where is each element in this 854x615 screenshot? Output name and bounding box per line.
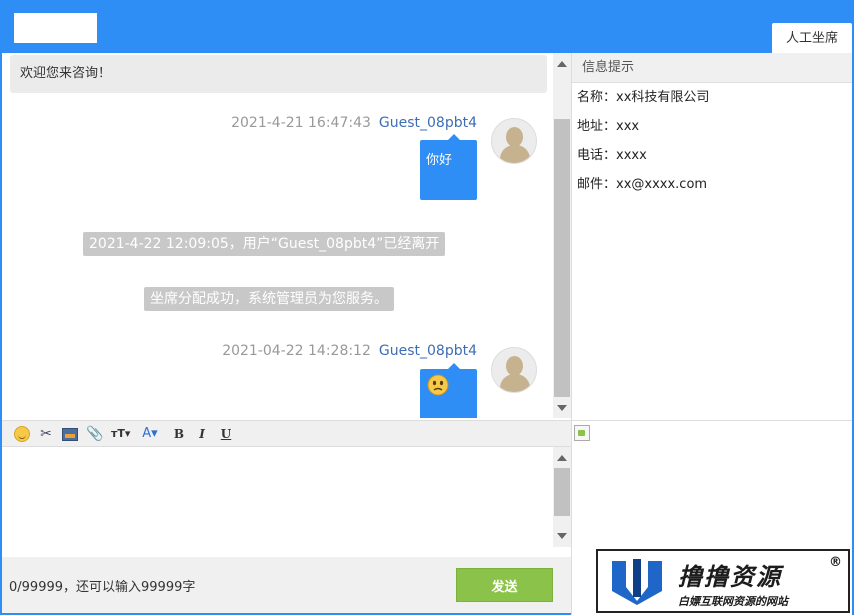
- info-company-name: 名称：xx科技有限公司: [577, 90, 710, 105]
- scissors-icon[interactable]: ✂: [38, 425, 54, 443]
- tab-human-agent[interactable]: 人工坐席: [772, 23, 852, 53]
- message-meta: 2021-04-22 14:28:12 Guest_08pbt4: [222, 343, 477, 359]
- info-address: 地址：xxx: [577, 119, 640, 134]
- font-color-button[interactable]: A▾: [142, 425, 158, 443]
- scroll-down-arrow-icon[interactable]: [557, 405, 567, 411]
- header-bar: 人工坐席: [0, 0, 854, 53]
- watermark-title: 撸撸资源: [678, 563, 782, 591]
- italic-button[interactable]: I: [194, 425, 210, 443]
- info-phone: 电话：xxxx: [577, 148, 647, 163]
- bold-button[interactable]: B: [171, 425, 187, 443]
- brand-logo-icon: [612, 559, 662, 605]
- scroll-up-arrow-icon[interactable]: [557, 61, 567, 67]
- chat-history: 欢迎您来咨询！ 2021-4-21 16:47:43 Guest_08pbt4 你…: [2, 53, 553, 418]
- message-time: 2021-04-22 14:28:12: [222, 343, 371, 359]
- info-title: 信息提示: [572, 53, 852, 83]
- avatar: [491, 347, 537, 393]
- message-time: 2021-4-21 16:47:43: [231, 115, 371, 131]
- scroll-up-arrow-icon[interactable]: [557, 455, 567, 461]
- message-input[interactable]: [2, 447, 553, 547]
- info-email: 邮件：xx@xxxx.com: [577, 177, 708, 192]
- broken-image-icon: [574, 425, 590, 441]
- system-notice: 2021-4-22 12:09:05，用户“Guest_08pbt4”已经离开: [83, 232, 446, 256]
- message-bubble: [420, 363, 477, 418]
- char-count: 0/99999，还可以输入99999字: [9, 580, 196, 595]
- paperclip-icon[interactable]: 📎: [86, 425, 103, 443]
- message-text: 你好: [426, 153, 453, 168]
- watermark-subtitle: 白嫖互联网资源的网站: [678, 595, 788, 608]
- underline-button[interactable]: U: [218, 425, 234, 443]
- footer-bar: 0/99999，还可以输入99999字 发送: [2, 557, 571, 613]
- info-panel: 信息提示 名称：xx科技有限公司 地址：xxx 电话：xxxx 邮件：xx@xx…: [571, 53, 852, 420]
- message-meta: 2021-4-21 16:47:43 Guest_08pbt4: [231, 115, 477, 131]
- message-user: Guest_08pbt4: [378, 115, 477, 131]
- logo-placeholder: [14, 13, 97, 43]
- chat-scrollbar[interactable]: [553, 53, 571, 418]
- scroll-down-arrow-icon[interactable]: [557, 533, 567, 539]
- watermark: 撸撸资源 ® 白嫖互联网资源的网站: [596, 549, 850, 613]
- registered-mark: ®: [829, 555, 842, 570]
- scroll-thumb[interactable]: [554, 468, 570, 516]
- editor-toolbar: ✂ 📎 тT▾ A▾ B I U: [2, 420, 571, 447]
- message-user: Guest_08pbt4: [378, 343, 477, 359]
- scroll-thumb[interactable]: [554, 119, 570, 397]
- message-bubble: 你好: [420, 134, 477, 200]
- input-scrollbar[interactable]: [553, 447, 571, 547]
- emoji-icon[interactable]: [14, 426, 30, 442]
- system-notice: 坐席分配成功，系统管理员为您服务。: [144, 287, 394, 311]
- confused-face-icon: [427, 374, 449, 396]
- image-upload-icon[interactable]: [62, 428, 78, 441]
- font-size-button[interactable]: тT▾: [111, 425, 130, 443]
- welcome-message: 欢迎您来咨询！: [10, 55, 547, 93]
- avatar: [491, 118, 537, 164]
- send-button[interactable]: 发送: [456, 568, 553, 602]
